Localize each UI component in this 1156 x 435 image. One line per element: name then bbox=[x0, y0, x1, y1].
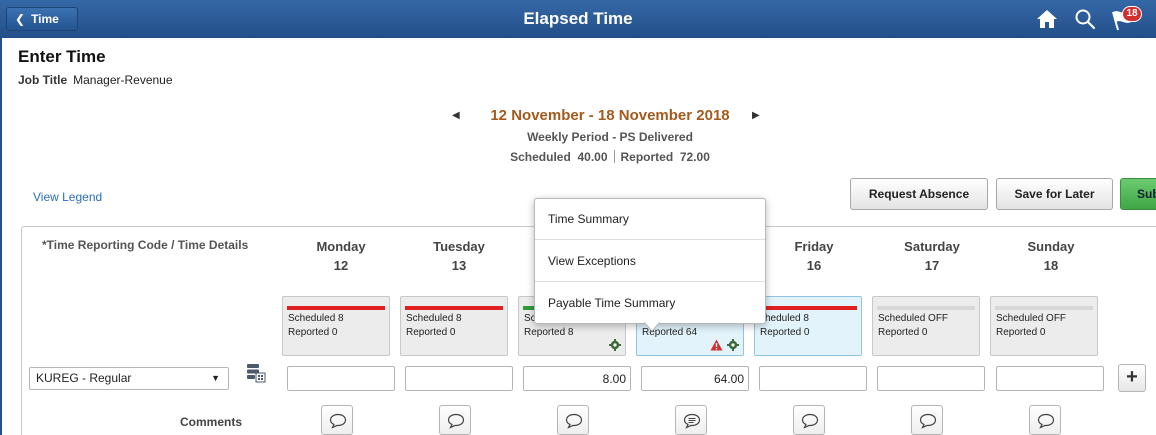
warning-icon[interactable] bbox=[710, 339, 723, 351]
status-bar bbox=[995, 306, 1093, 310]
comment-button-sunday[interactable] bbox=[1029, 405, 1061, 435]
comment-icon bbox=[447, 413, 465, 429]
comments-label: Comments bbox=[180, 415, 243, 429]
day-date: 17 bbox=[924, 258, 940, 273]
dropdown-caret-icon: ▼ bbox=[211, 373, 220, 383]
day-date: 18 bbox=[1043, 258, 1059, 273]
comment-icon bbox=[329, 413, 347, 429]
scheduled-value: 40.00 bbox=[577, 150, 608, 164]
divider bbox=[613, 150, 615, 163]
comment-icon bbox=[801, 413, 819, 429]
tile-reported: Reported 0 bbox=[760, 327, 810, 338]
tile-reported: Reported 0 bbox=[996, 327, 1046, 338]
page-title: Enter Time bbox=[18, 47, 106, 66]
menu-item-payable-time-summary[interactable]: Payable Time Summary bbox=[535, 283, 765, 324]
gear-icon[interactable] bbox=[609, 339, 621, 351]
tile-scheduled: Scheduled 8 bbox=[406, 313, 462, 324]
day-header-sunday: Sunday 18 bbox=[996, 237, 1106, 275]
comment-filled-icon bbox=[683, 413, 701, 429]
day-actions-popup-menu: Time Summary View Exceptions Payable Tim… bbox=[534, 198, 766, 324]
next-period-arrow-icon[interactable]: ▶ bbox=[752, 110, 760, 121]
comment-button-thursday[interactable] bbox=[675, 405, 707, 435]
day-tile-friday[interactable]: cheduled 8 Reported 0 bbox=[754, 296, 862, 356]
period-name: Weekly Period - PS Delivered bbox=[527, 130, 693, 144]
hours-input-tuesday[interactable] bbox=[405, 366, 513, 391]
period-range: 12 November - 18 November 2018 bbox=[490, 107, 730, 124]
comment-button-tuesday[interactable] bbox=[439, 405, 471, 435]
popup-pointer bbox=[644, 322, 660, 332]
tile-reported: Reported 0 bbox=[288, 327, 338, 338]
job-title-line: Job Title Manager-Revenue bbox=[18, 73, 173, 87]
hours-input-wednesday[interactable]: 8.00 bbox=[523, 366, 631, 391]
day-header-monday: Monday 12 bbox=[286, 237, 396, 275]
search-icon[interactable] bbox=[1073, 6, 1097, 32]
day-tile-tuesday[interactable]: Scheduled 8 Reported 0 bbox=[400, 296, 508, 356]
time-details-icon[interactable] bbox=[246, 363, 266, 383]
comment-icon bbox=[1037, 413, 1055, 429]
comment-icon bbox=[919, 413, 937, 429]
status-bar bbox=[759, 306, 857, 310]
notification-count-badge[interactable]: 18 bbox=[1122, 6, 1142, 22]
left-border bbox=[0, 38, 2, 435]
comment-button-saturday[interactable] bbox=[911, 405, 943, 435]
tile-reported: Reported 0 bbox=[878, 327, 928, 338]
home-icon[interactable] bbox=[1035, 6, 1059, 32]
previous-period-arrow-icon[interactable]: ◀ bbox=[452, 110, 460, 121]
submit-button[interactable]: Sub bbox=[1120, 178, 1156, 210]
hours-input-friday[interactable] bbox=[759, 366, 867, 391]
day-tile-saturday[interactable]: Scheduled OFF Reported 0 bbox=[872, 296, 980, 356]
tile-scheduled: Scheduled OFF bbox=[996, 313, 1067, 324]
comment-icon bbox=[565, 413, 583, 429]
menu-item-view-exceptions[interactable]: View Exceptions bbox=[535, 241, 765, 282]
day-name: Monday bbox=[316, 239, 366, 254]
day-date: 12 bbox=[333, 258, 349, 273]
day-name: Sunday bbox=[1027, 239, 1075, 254]
trc-selected-value: KUREG - Regular bbox=[36, 371, 132, 385]
tile-reported: Reported 8 bbox=[524, 327, 574, 338]
tile-scheduled: Scheduled OFF bbox=[878, 313, 949, 324]
hours-input-saturday[interactable] bbox=[877, 366, 985, 391]
status-bar bbox=[877, 306, 975, 310]
gear-icon[interactable] bbox=[727, 339, 739, 351]
day-name: Saturday bbox=[904, 239, 960, 254]
status-bar bbox=[287, 306, 385, 310]
job-title-value: Manager-Revenue bbox=[73, 73, 173, 87]
day-header-friday: Friday 16 bbox=[759, 237, 869, 275]
day-date: 13 bbox=[451, 258, 467, 273]
comment-button-monday[interactable] bbox=[321, 405, 353, 435]
comment-button-friday[interactable] bbox=[793, 405, 825, 435]
day-date: 16 bbox=[806, 258, 822, 273]
reported-value: 72.00 bbox=[679, 150, 710, 164]
request-absence-button[interactable]: Request Absence bbox=[850, 178, 988, 210]
tile-scheduled: Scheduled 8 bbox=[288, 313, 344, 324]
scheduled-label: Scheduled bbox=[510, 150, 571, 164]
app-title: Elapsed Time bbox=[523, 9, 633, 28]
hours-input-monday[interactable] bbox=[287, 366, 395, 391]
hours-input-sunday[interactable] bbox=[996, 366, 1104, 391]
tile-reported: Reported 0 bbox=[406, 327, 456, 338]
comment-button-wednesday[interactable] bbox=[557, 405, 589, 435]
status-bar bbox=[405, 306, 503, 310]
day-tile-monday[interactable]: Scheduled 8 Reported 0 bbox=[282, 296, 390, 356]
day-name: Tuesday bbox=[433, 239, 485, 254]
save-for-later-button[interactable]: Save for Later bbox=[996, 178, 1113, 210]
trc-column-header: *Time Reporting Code / Time Details bbox=[42, 238, 249, 252]
job-title-label: Job Title bbox=[18, 73, 68, 87]
view-legend-link[interactable]: View Legend bbox=[33, 190, 102, 204]
day-header-tuesday: Tuesday 13 bbox=[404, 237, 514, 275]
add-row-button[interactable]: + bbox=[1118, 364, 1146, 392]
time-reporting-code-select[interactable]: KUREG - Regular ▼ bbox=[29, 367, 229, 390]
day-name: Friday bbox=[794, 239, 834, 254]
period-hours: Scheduled 40.00 Reported 72.00 bbox=[470, 150, 750, 164]
reported-label: Reported bbox=[620, 150, 674, 164]
menu-item-time-summary[interactable]: Time Summary bbox=[535, 199, 765, 240]
hours-input-thursday[interactable]: 64.00 bbox=[641, 366, 749, 391]
tile-scheduled: cheduled 8 bbox=[760, 313, 809, 324]
day-header-saturday: Saturday 17 bbox=[877, 237, 987, 275]
day-tile-sunday[interactable]: Scheduled OFF Reported 0 bbox=[990, 296, 1098, 356]
